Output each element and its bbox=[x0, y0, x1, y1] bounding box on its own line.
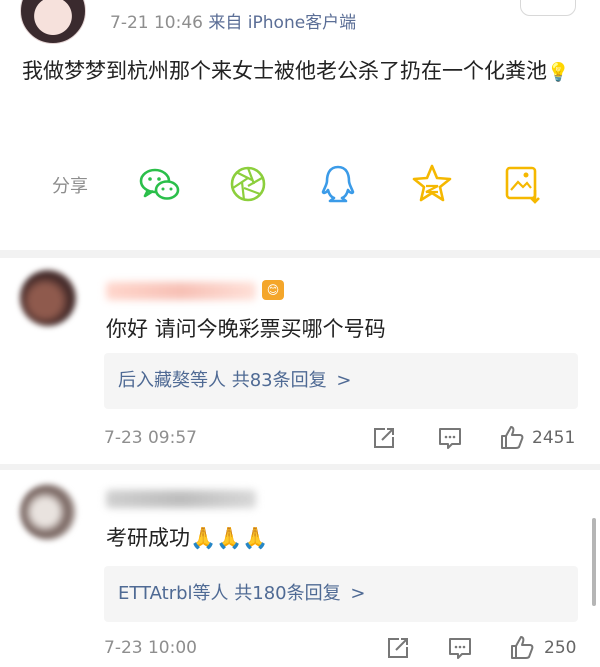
chevron-right-icon: > bbox=[350, 583, 366, 604]
replies-names: ETTAtrbl等人 bbox=[118, 583, 229, 604]
repost-icon[interactable] bbox=[370, 424, 398, 452]
vip-badge: 😊 bbox=[262, 280, 284, 300]
comment-actions: 7-23 10:00 250 bbox=[104, 634, 584, 664]
chevron-right-icon: > bbox=[336, 370, 352, 391]
comment-time: 7-23 10:00 bbox=[104, 638, 197, 658]
comment-icon[interactable] bbox=[436, 424, 464, 452]
post-author-avatar[interactable] bbox=[20, 0, 86, 44]
moments-icon[interactable] bbox=[224, 160, 272, 208]
comment-username-blurred[interactable] bbox=[106, 490, 256, 508]
section-divider bbox=[0, 250, 600, 258]
comment-text: 你好 请问今晚彩票买哪个号码 bbox=[106, 317, 386, 341]
qzone-icon[interactable] bbox=[408, 160, 456, 208]
lightbulb-emoji: 💡 bbox=[547, 62, 570, 83]
qq-icon[interactable] bbox=[314, 160, 362, 208]
save-image-icon[interactable] bbox=[498, 160, 546, 208]
repost-icon[interactable] bbox=[384, 634, 412, 662]
post-meta: 7-21 10:46 来自 iPhone客户端 bbox=[110, 8, 356, 33]
post-text: 我做梦梦到杭州那个来女士被他老公杀了扔在一个化粪池 bbox=[22, 59, 547, 83]
comment-avatar[interactable] bbox=[20, 270, 76, 326]
replies-count: 共180条回复 bbox=[234, 583, 341, 604]
comment-time: 7-23 09:57 bbox=[104, 428, 197, 448]
share-label: 分享 bbox=[52, 176, 88, 197]
post-more-button[interactable] bbox=[520, 0, 576, 16]
replies-count: 共83条回复 bbox=[231, 370, 327, 391]
comment-text: 考研成功🙏🙏🙏 bbox=[106, 526, 269, 550]
post-time: 7-21 10:46 bbox=[110, 13, 203, 33]
replies-link[interactable]: ETTAtrbl等人 共180条回复 > bbox=[104, 566, 578, 622]
replies-link[interactable]: 后入藏獒等人 共83条回复 > bbox=[104, 353, 578, 409]
like-count: 2451 bbox=[532, 428, 576, 448]
share-bar: 分享 bbox=[52, 160, 572, 210]
scrollbar[interactable] bbox=[592, 518, 596, 606]
wechat-icon[interactable] bbox=[136, 160, 184, 208]
post-source: 来自 iPhone客户端 bbox=[208, 13, 357, 33]
comment-actions: 7-23 09:57 2451 bbox=[104, 424, 584, 454]
like-count: 250 bbox=[544, 638, 577, 658]
like-icon[interactable] bbox=[498, 424, 526, 452]
post-content: 我做梦梦到杭州那个来女士被他老公杀了扔在一个化粪池💡 bbox=[22, 54, 582, 90]
replies-names: 后入藏獒等人 bbox=[118, 370, 226, 391]
section-divider bbox=[0, 464, 600, 470]
comment-avatar[interactable] bbox=[20, 484, 76, 540]
comment-username-blurred[interactable] bbox=[106, 282, 256, 300]
like-icon[interactable] bbox=[508, 634, 536, 662]
comment-icon[interactable] bbox=[446, 634, 474, 662]
